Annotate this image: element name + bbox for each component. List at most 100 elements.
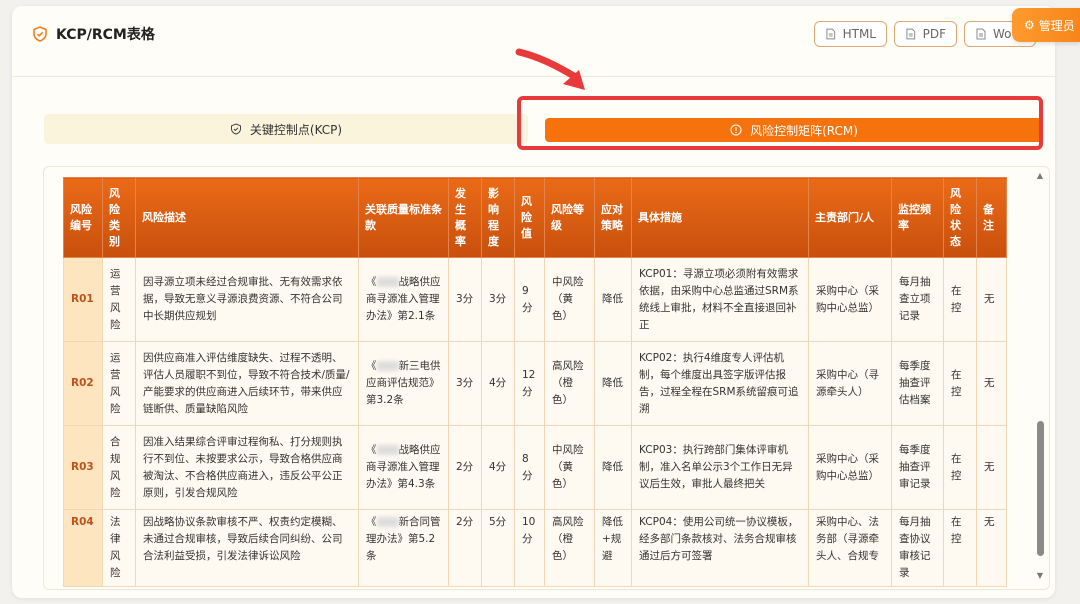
risk-clause: 《战略供应商寻源准入管理办法》第2.1条 xyxy=(358,257,449,342)
risk-dept: 采购中心、法务部（寻源牵头人、合规专 xyxy=(808,509,892,587)
clause-prefix: 《 xyxy=(366,276,377,288)
clause-prefix: 《 xyxy=(366,444,377,456)
risk-id: R04 xyxy=(63,509,103,587)
clause-prefix: 《 xyxy=(366,360,377,372)
risk-measure: KCP03：执行跨部门集体评审机制，准入名单公示3个工作日无异议后生效，审批人最… xyxy=(631,425,809,510)
page-title: KCP/RCM表格 xyxy=(56,27,155,43)
table-scrollbar[interactable]: ▲ ▼ xyxy=(1035,171,1045,581)
risk-dept: 采购中心（采购中心总监） xyxy=(808,257,892,342)
risk-measure: KCP02：执行4维度专人评估机制，每个维度出具签字版评估报告，过程全程在SRM… xyxy=(631,341,809,426)
risk-remark: 无 xyxy=(976,257,1007,342)
risk-freq: 每季度抽查评估档案 xyxy=(891,341,944,426)
export-pdf-label: PDF xyxy=(922,27,946,41)
col-header-category: 风险类别 xyxy=(102,177,136,258)
risk-desc: 因供应商准入评估维度缺失、过程不透明、评估人员履职不到位，导致不符合技术/质量/… xyxy=(135,341,359,426)
risk-impact: 3分 xyxy=(481,257,515,342)
col-header-value: 风险值 xyxy=(514,177,545,258)
redacted-mark xyxy=(376,517,399,527)
risk-status: 在控 xyxy=(943,425,977,510)
risk-strategy: 降低 xyxy=(594,257,632,342)
risk-value: 8分 xyxy=(514,425,545,510)
risk-dept: 采购中心（寻源牵头人） xyxy=(808,341,892,426)
redacted-mark xyxy=(376,445,399,455)
title-group: KCP/RCM表格 xyxy=(32,24,155,44)
tab-kcp-label: 关键控制点(KCP) xyxy=(249,122,343,137)
file-icon xyxy=(826,28,836,40)
risk-remark: 无 xyxy=(976,425,1007,510)
col-header-prob: 发生概率 xyxy=(448,177,482,258)
file-icon xyxy=(906,28,916,40)
risk-clause: 《新三电供应商评估规范》第3.2条 xyxy=(358,341,449,426)
risk-remark: 无 xyxy=(976,341,1007,426)
annotation-arrow-icon xyxy=(515,48,585,90)
risk-remark: 无 xyxy=(976,509,1007,587)
col-header-desc: 风险描述 xyxy=(135,177,359,258)
scroll-up-icon[interactable]: ▲ xyxy=(1035,171,1045,181)
export-html-label: HTML xyxy=(842,27,876,41)
risk-impact: 4分 xyxy=(481,425,515,510)
risk-value: 12分 xyxy=(514,341,545,426)
risk-level: 中风险（黄色） xyxy=(544,257,595,342)
scroll-thumb[interactable] xyxy=(1037,421,1044,556)
col-header-dept: 主责部门/人 xyxy=(808,177,892,258)
table-row: R01 运营风险 因寻源立项未经过合规审批、无有效需求依据，导致无意义寻源浪费资… xyxy=(63,257,1007,342)
risk-prob: 3分 xyxy=(448,257,482,342)
admin-icon: ⚙ xyxy=(1024,18,1035,32)
col-header-level: 风险等级 xyxy=(544,177,595,258)
risk-freq: 每季度抽查评审记录 xyxy=(891,425,944,510)
shield-check-icon xyxy=(230,123,241,135)
export-word-label: Wo xyxy=(993,27,1012,41)
risk-value: 9分 xyxy=(514,257,545,342)
col-header-impact: 影响程度 xyxy=(481,177,515,258)
risk-measure: KCP04：使用公司统一协议模板，经多部门条款核对、法务合规审核通过后方可签署 xyxy=(631,509,809,587)
risk-impact: 4分 xyxy=(481,341,515,426)
risk-desc: 因准入结果综合评审过程徇私、打分规则执行不到位、未按要求公示，导致合格供应商被淘… xyxy=(135,425,359,510)
risk-category: 法律风险 xyxy=(102,509,136,587)
rcm-table: 风险编号 风险类别 风险描述 关联质量标准条款 发生概率 影响程度 风险值 风险… xyxy=(63,177,1007,587)
admin-label: 管理员 xyxy=(1038,18,1075,33)
risk-value: 10分 xyxy=(514,509,545,587)
export-pdf-button[interactable]: PDF xyxy=(894,21,957,47)
risk-id: R01 xyxy=(63,257,103,342)
redacted-mark xyxy=(376,277,399,287)
col-header-strategy: 应对策略 xyxy=(594,177,632,258)
risk-id: R02 xyxy=(63,341,103,426)
tab-kcp[interactable]: 关键控制点(KCP) xyxy=(44,114,528,144)
risk-prob: 2分 xyxy=(448,425,482,510)
col-header-id: 风险编号 xyxy=(63,177,103,258)
risk-category: 运营风险 xyxy=(102,341,136,426)
risk-prob: 2分 xyxy=(448,509,482,587)
risk-status: 在控 xyxy=(943,509,977,587)
risk-measure: KCP01：寻源立项必须附有效需求依据，由采购中心总监通过SRM系统线上审批，材… xyxy=(631,257,809,342)
risk-category: 合规风险 xyxy=(102,425,136,510)
risk-desc: 因战略协议条款审核不严、权责约定模糊、未通过合规审核，导致后续合同纠纷、公司合法… xyxy=(135,509,359,587)
table-header-row: 风险编号 风险类别 风险描述 关联质量标准条款 发生概率 影响程度 风险值 风险… xyxy=(63,177,1007,258)
table-row: R02 运营风险 因供应商准入评估维度缺失、过程不透明、评估人员履职不到位，导致… xyxy=(63,341,1007,426)
risk-status: 在控 xyxy=(943,341,977,426)
risk-prob: 3分 xyxy=(448,341,482,426)
scroll-down-icon[interactable]: ▼ xyxy=(1035,571,1045,581)
risk-strategy: 降低+规避 xyxy=(594,509,632,587)
redacted-mark xyxy=(376,361,399,371)
risk-freq: 每月抽查立项记录 xyxy=(891,257,944,342)
rcm-table-container: 风险编号 风险类别 风险描述 关联质量标准条款 发生概率 影响程度 风险值 风险… xyxy=(43,166,1050,590)
col-header-freq: 监控频率 xyxy=(891,177,944,258)
risk-status: 在控 xyxy=(943,257,977,342)
risk-level: 高风险（橙色） xyxy=(544,509,595,587)
risk-clause: 《新合同管理办法》第5.2条 xyxy=(358,509,449,587)
risk-desc: 因寻源立项未经过合规审批、无有效需求依据，导致无意义寻源浪费资源、不符合公司中长… xyxy=(135,257,359,342)
risk-strategy: 降低 xyxy=(594,341,632,426)
risk-category: 运营风险 xyxy=(102,257,136,342)
risk-impact: 5分 xyxy=(481,509,515,587)
shield-icon xyxy=(33,26,47,42)
risk-clause: 《战略供应商寻源准入管理办法》第4.3条 xyxy=(358,425,449,510)
col-header-measure: 具体措施 xyxy=(631,177,809,258)
export-html-button[interactable]: HTML xyxy=(814,21,887,47)
admin-button[interactable]: ⚙ 管理员 xyxy=(1012,8,1080,42)
risk-freq: 每月抽查协议审核记录 xyxy=(891,509,944,587)
clause-prefix: 《 xyxy=(366,516,377,528)
annotation-highlight-box xyxy=(517,96,1043,150)
col-header-remark: 备注 xyxy=(976,177,1007,258)
col-header-clause: 关联质量标准条款 xyxy=(358,177,449,258)
file-icon xyxy=(976,28,986,40)
